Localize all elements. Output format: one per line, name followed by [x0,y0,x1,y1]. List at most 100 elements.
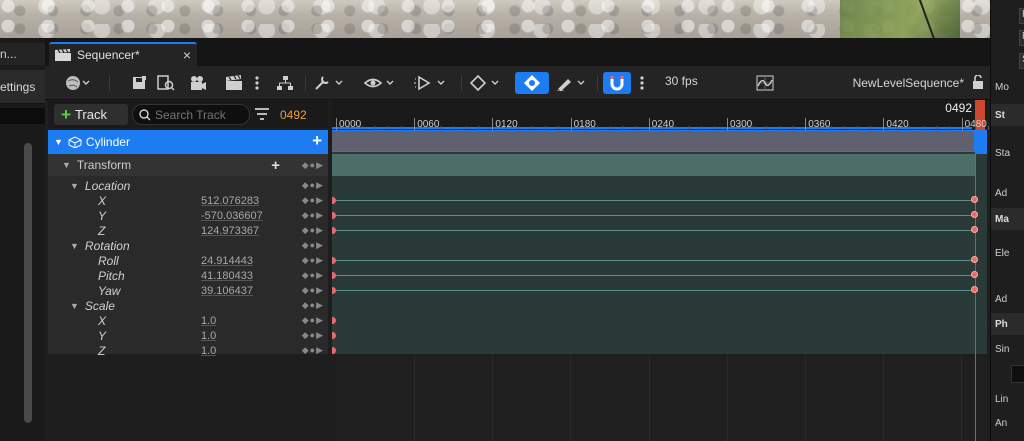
level-viewport[interactable] [0,0,990,38]
curve-editor-button[interactable] [753,72,777,94]
key-nav-icon[interactable]: ◆●▶ [302,270,324,281]
location-y-row[interactable]: Y -570.036607 ◆●▶ [48,208,328,223]
snap-options-button[interactable] [637,72,647,94]
rotation-group-row[interactable]: ▼ Rotation ◆●▶ [48,238,328,253]
wrench-icon [315,76,343,90]
detail-field-box[interactable]: S [1019,53,1024,69]
world-menu-button[interactable] [59,72,97,94]
add-track-button[interactable]: + Track [54,104,128,125]
key-nav-icon[interactable]: ◆●▶ [302,195,324,206]
search-track-input[interactable] [155,107,245,122]
clapperboard-icon [226,75,242,90]
tab-sequencer[interactable]: Sequencer* × [49,42,197,66]
channel-value-field[interactable]: 124.973367 [201,225,259,237]
render-movie-button[interactable] [223,72,245,94]
keyframe-end[interactable] [971,226,978,233]
key-nav-icon[interactable]: ◆●▶ [302,180,324,191]
scale-z-row[interactable]: Z 1.0 ◆●▶ [48,343,328,358]
detail-field-box[interactable]: F [1019,8,1024,24]
actor-section-bar[interactable] [332,130,975,152]
location-z-row[interactable]: Z 124.973367 ◆●▶ [48,223,328,238]
channel-value-field[interactable]: -570.036607 [201,210,263,222]
channel-value-field[interactable]: 1.0 [201,315,216,327]
collapse-arrow-icon[interactable]: ▼ [62,160,71,170]
collapse-arrow-icon[interactable]: ▼ [70,301,79,311]
detail-section-header[interactable]: Ma [991,208,1024,230]
actor-track-row[interactable]: ▼ Cylinder + [48,130,328,154]
view-menu-button[interactable] [363,72,399,94]
browse-button[interactable] [155,72,177,94]
key-nav-icon[interactable]: ◆●▶ [302,330,324,341]
detail-section-header[interactable]: St [991,104,1024,126]
keyframe-curve-line [334,260,975,261]
collapse-arrow-icon[interactable]: ▼ [54,137,63,147]
detail-field-box[interactable]: R [1019,30,1024,46]
lock-icon[interactable] [972,74,984,92]
save-button[interactable] [129,72,151,94]
camera-button[interactable] [187,72,209,94]
auto-key-toggle[interactable] [515,72,549,94]
key-interpolation-button[interactable] [469,72,505,94]
left-panel-scrollbar[interactable] [24,143,32,423]
key-nav-icon[interactable]: ◆●▶ [302,255,324,266]
detail-label[interactable]: Ad [995,188,1024,199]
detail-label: Mo [995,82,1009,93]
collapse-arrow-icon[interactable]: ▼ [70,241,79,251]
location-group-row[interactable]: ▼ Location ◆●▶ [48,178,328,193]
add-subtrack-icon[interactable]: + [312,131,322,151]
detail-section-header[interactable]: Ph [991,313,1024,335]
keyframe-end[interactable] [971,286,978,293]
fps-dropdown[interactable]: 30 fps [665,74,698,88]
hierarchy-button[interactable] [273,72,297,94]
scale-x-row[interactable]: X 1.0 ◆●▶ [48,313,328,328]
ruler-tick-label: 0360 [808,119,831,130]
snap-toggle[interactable] [603,72,631,94]
channel-value-field[interactable]: 1.0 [201,345,216,357]
key-nav-icon[interactable]: ◆●▶ [302,285,324,296]
channel-value-field[interactable]: 512.076283 [201,195,259,207]
keyframe-end[interactable] [971,256,978,263]
rotation-pitch-row[interactable]: Pitch 41.180433 ◆●▶ [48,268,328,283]
keyframe-curve-line [334,275,975,276]
close-tab-icon[interactable]: × [183,47,191,63]
scale-group-row[interactable]: ▼ Scale ◆●▶ [48,298,328,313]
keyframe-end[interactable] [971,271,978,278]
more-options-button[interactable] [251,72,263,94]
key-nav-icon[interactable]: ◆●▶ [302,240,324,251]
hierarchy-icon [277,76,293,90]
transform-track-row[interactable]: ▼ Transform + ◆●▶ [48,154,328,176]
keyframe-end[interactable] [971,211,978,218]
ruler-major-tick [570,118,572,130]
key-nav-icon[interactable]: ◆●▶ [302,210,324,221]
key-nav-icon[interactable]: ◆●▶ [302,345,324,356]
key-nav-icon[interactable]: ◆●▶ [302,225,324,236]
search-track-box[interactable] [132,104,250,125]
location-x-row[interactable]: X 512.076283 ◆●▶ [48,193,328,208]
left-panel-tab[interactable]: n... [0,43,45,65]
transform-section-bar[interactable] [332,154,975,176]
tools-menu-button[interactable] [313,72,349,94]
key-nav-icon[interactable]: ◆●▶ [302,300,324,311]
key-nav-icon[interactable]: ◆●▶ [302,315,324,326]
filter-icon[interactable] [254,107,270,124]
detail-label[interactable]: Ad [995,294,1024,305]
scale-y-row[interactable]: Y 1.0 ◆●▶ [48,328,328,343]
channel-value-field[interactable]: 39.106437 [201,285,253,297]
settings-button[interactable]: ettings [0,70,45,104]
rotation-roll-row[interactable]: Roll 24.914443 ◆●▶ [48,253,328,268]
detail-input[interactable] [1011,365,1024,383]
keyframe-end[interactable] [971,196,978,203]
channel-value-field[interactable]: 24.914443 [201,255,253,267]
edit-mode-button[interactable] [555,72,591,94]
left-panel: n... ettings [0,38,45,441]
keyframe-curve-line [334,200,975,201]
add-key-icon[interactable]: + [271,157,280,174]
key-nav-icon[interactable]: ◆●▶ [302,160,324,171]
time-ruler[interactable]: 0492 0000 0060 0120 0180 0240 0300 0360 0420 048… [332,100,1015,130]
channel-value-field[interactable]: 1.0 [201,330,216,342]
collapse-arrow-icon[interactable]: ▼ [70,181,79,191]
channel-value-field[interactable]: 41.180433 [201,270,253,282]
rotation-yaw-row[interactable]: Yaw 39.106437 ◆●▶ [48,283,328,298]
current-frame[interactable]: 0492 [280,108,307,122]
playback-options-button[interactable] [413,72,451,94]
